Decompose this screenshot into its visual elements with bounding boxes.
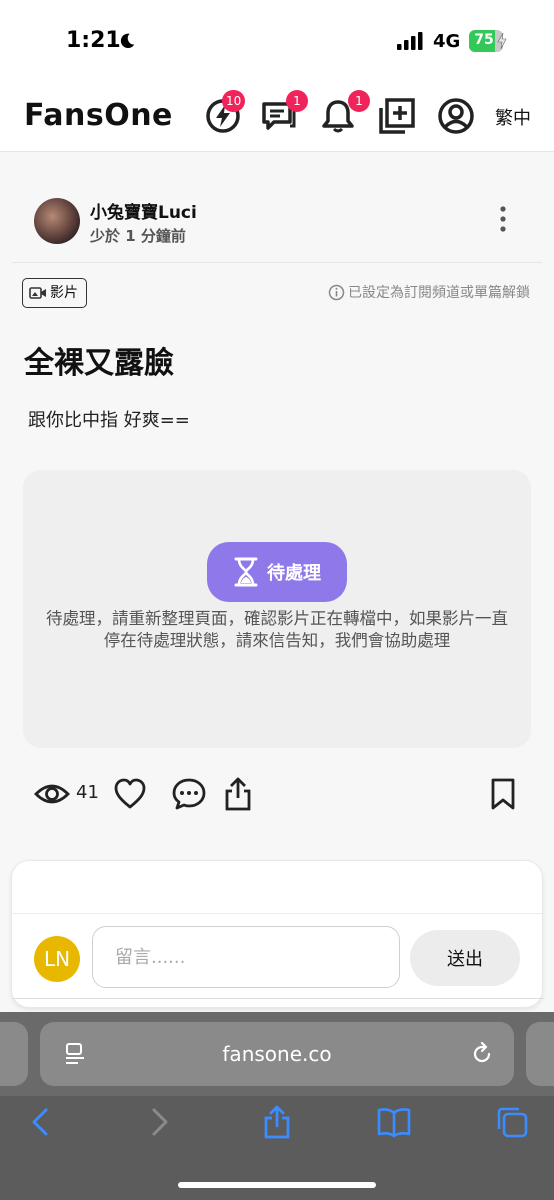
comment-icon[interactable] [171,776,207,812]
profile-icon[interactable] [436,96,476,136]
notification-badge: 1 [286,90,308,112]
url-bar[interactable]: fansone.co [40,1022,514,1086]
video-icon [29,287,46,299]
author-name[interactable]: 小兔寶寶Luci [90,198,197,223]
more-options-icon[interactable] [494,204,512,234]
info-icon [328,284,345,300]
comment-input[interactable] [92,926,400,988]
signal-icon [397,32,423,50]
add-post-icon[interactable] [377,96,417,136]
previous-tab[interactable] [0,1022,28,1086]
author-avatar[interactable] [34,198,80,244]
pending-message: 待處理，請重新整理頁面，確認影片正在轉檔中，如果影片一直停在待處理狀態，請來信告… [46,609,508,650]
heart-icon[interactable] [112,776,148,812]
view-count: 41 [76,782,99,803]
post-actions: 41 [12,774,542,814]
user-avatar[interactable]: LN [34,936,80,982]
share-icon[interactable] [220,776,256,812]
home-indicator [178,1182,376,1188]
forward-icon[interactable] [142,1104,178,1140]
post-card: 小兔寶寶Luci 少於 1 分鐘前 影片 已設定為訂閱頻道或單篇解鎖 全裸又露臉… [12,178,542,848]
reload-icon[interactable] [470,1042,494,1066]
battery-indicator: 75 [469,30,507,52]
unlock-note: 已設定為訂閱頻道或單篇解鎖 [328,282,530,302]
language-switch[interactable]: 繁中 [495,104,531,130]
bookmarks-icon[interactable] [376,1104,412,1140]
share-sheet-icon[interactable] [259,1104,295,1140]
divider [12,262,542,263]
app-logo[interactable]: FansOne [24,98,173,133]
tabs-icon[interactable] [494,1104,530,1140]
post-body: 跟你比中指 好爽== [28,410,190,431]
moon-icon [120,33,135,49]
network-label: 4G [433,31,461,52]
bookmark-icon[interactable] [485,776,521,812]
app-header: FansOne 10 1 1 繁中 [0,84,554,152]
charging-icon [497,33,507,49]
notification-badge: 10 [222,90,246,112]
browser-toolbar [0,1096,554,1200]
status-time: 1:21 [66,28,121,53]
lightning-icon[interactable]: 10 [203,90,246,136]
media-placeholder: 待處理 待處理，請重新整理頁面，確認影片正在轉檔中，如果影片一直停在待處理狀態，… [23,470,531,748]
hourglass-icon [234,557,258,587]
browser-url-area: fansone.co [0,1012,554,1096]
post-type-tag: 影片 [22,278,87,308]
post-title: 全裸又露臉 [24,346,174,381]
pending-label: 待處理 [267,563,321,584]
comment-bar: LN 送出 [12,913,544,999]
pending-status-button[interactable]: 待處理 [207,542,347,602]
unlock-note-text: 已設定為訂閱頻道或單篇解鎖 [348,285,530,301]
send-button[interactable]: 送出 [410,930,520,986]
battery-level: 75 [474,32,494,48]
post-time: 少於 1 分鐘前 [90,227,186,245]
bell-icon[interactable]: 1 [318,90,370,136]
post-type-label: 影片 [50,285,78,301]
comment-section: LN 送出 [11,860,544,1008]
status-bar: 1:21 4G 75 [0,0,554,84]
notification-badge: 1 [348,90,370,112]
next-tab[interactable] [526,1022,554,1086]
back-icon[interactable] [22,1104,58,1140]
views-icon [34,784,70,804]
chat-icon[interactable]: 1 [260,90,308,136]
url-text[interactable]: fansone.co [40,1042,514,1066]
